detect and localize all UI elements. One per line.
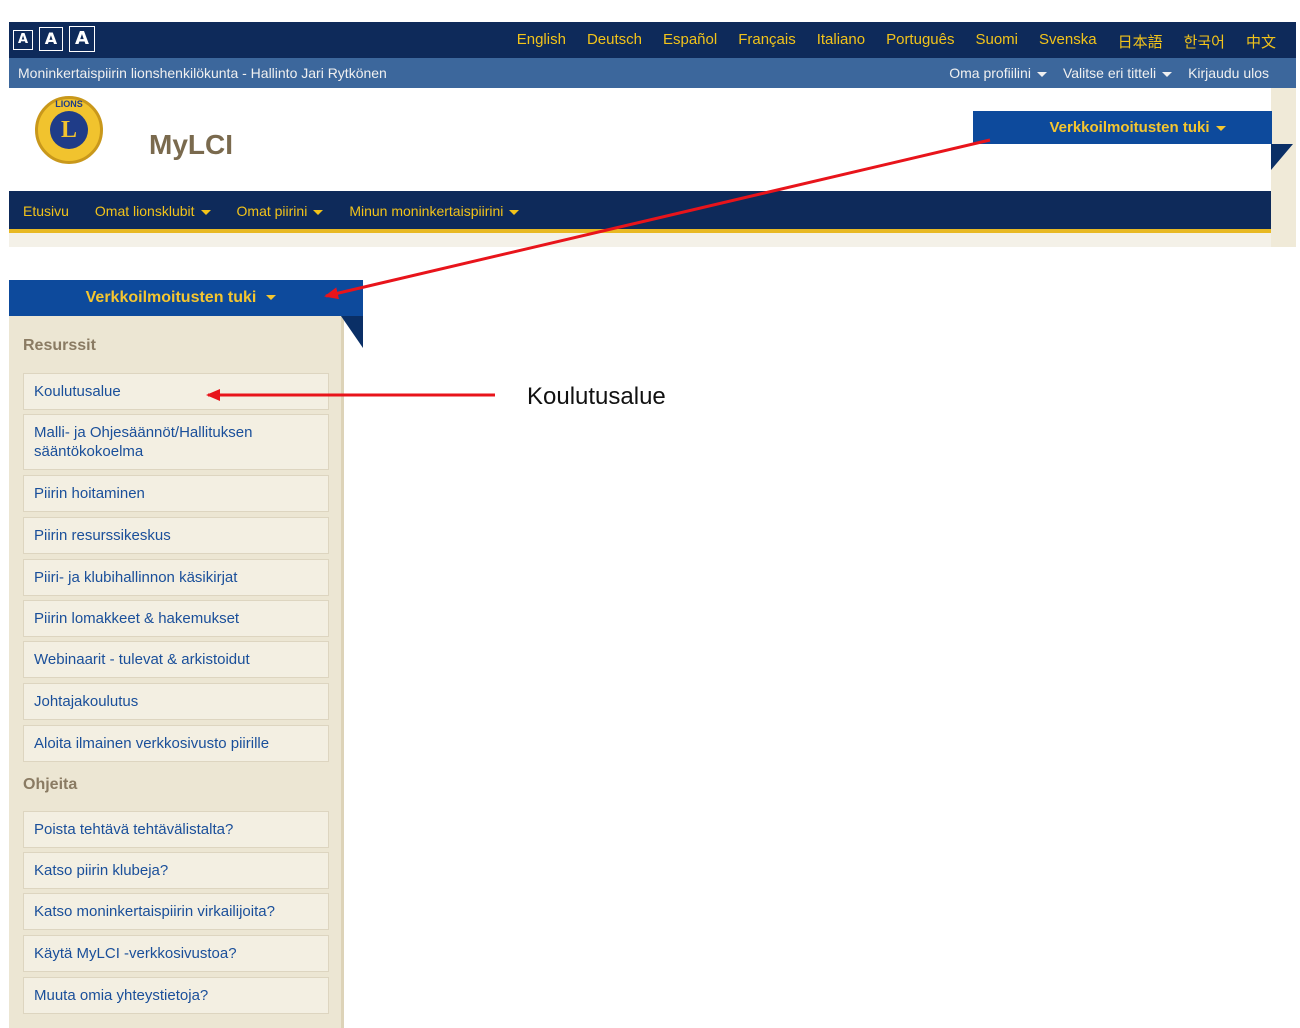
menu-item-handbooks[interactable]: Piiri- ja klubihallinnon käsikirjat: [23, 559, 329, 596]
my-profile-dropdown[interactable]: Oma profiilini: [949, 65, 1047, 81]
user-role-breadcrumb: Moninkertaispiirin lionshenkilökunta - H…: [18, 65, 387, 81]
tab-fold: [341, 316, 363, 348]
text-size-small-button[interactable]: A: [13, 30, 33, 50]
select-title-dropdown[interactable]: Valitse eri titteli: [1063, 65, 1173, 81]
menu-item-free-website[interactable]: Aloita ilmainen verkkosivusto piirille: [23, 725, 329, 762]
menu-item-change-contact[interactable]: Muuta omia yhteystietoja?: [23, 977, 329, 1014]
chevron-down-icon: [200, 209, 211, 215]
chevron-down-icon: [1215, 125, 1226, 131]
nav-my-multiple-district[interactable]: Minun moninkertaispiirini: [349, 203, 520, 219]
text-size-medium-button[interactable]: A: [39, 27, 63, 51]
language-link-portugues[interactable]: Português: [886, 31, 954, 52]
language-link-english[interactable]: English: [517, 31, 566, 52]
support-tab-label: Verkkoilmoitusten tuki: [1049, 119, 1210, 136]
language-bar: A A A English Deutsch Español Français I…: [9, 22, 1296, 58]
support-menu-screenshot: Verkkoilmoitusten tuki Resurssit Koulutu…: [9, 280, 363, 1028]
main-nav: Etusivu Omat lionsklubit Omat piirini Mi…: [9, 191, 1271, 229]
nav-my-districts[interactable]: Omat piirini: [237, 203, 324, 219]
account-menu: Oma profiilini Valitse eri titteli Kirja…: [949, 65, 1269, 81]
language-link-suomi[interactable]: Suomi: [975, 31, 1018, 52]
language-link-chinese[interactable]: 中文: [1246, 31, 1276, 52]
nav-underline: [9, 229, 1271, 233]
menu-item-view-officers[interactable]: Katso moninkertaispiirin virkailijoita?: [23, 893, 329, 930]
howto-heading: Ohjeita: [23, 776, 78, 793]
chevron-down-icon: [313, 209, 324, 215]
menu-item-view-clubs[interactable]: Katso piirin klubeja?: [23, 852, 329, 889]
chevron-down-icon: [1036, 71, 1047, 77]
menu-item-use-mylci[interactable]: Käytä MyLCI -verkkosivustoa?: [23, 935, 329, 972]
chevron-down-icon: [509, 209, 520, 215]
language-link-korean[interactable]: 한국어: [1184, 31, 1225, 52]
menu-item-district-management[interactable]: Piirin hoitaminen: [23, 475, 329, 512]
annotation-label: Koulutusalue: [527, 383, 666, 410]
language-link-deutsch[interactable]: Deutsch: [587, 31, 642, 52]
chevron-down-icon: [1162, 71, 1173, 77]
menu-item-district-forms[interactable]: Piirin lomakkeet & hakemukset: [23, 600, 329, 637]
language-links: English Deutsch Español Français Italian…: [517, 31, 1276, 52]
logo-text: LIONS: [55, 99, 83, 109]
menu-item-remove-task[interactable]: Poista tehtävä tehtävälistalta?: [23, 811, 329, 848]
text-size-large-button[interactable]: A: [69, 26, 95, 52]
brand-title[interactable]: MyLCI: [149, 129, 233, 161]
support-tab-label: Verkkoilmoitusten tuki: [85, 289, 257, 306]
resources-heading: Resurssit: [23, 337, 96, 354]
language-link-francais[interactable]: Français: [738, 31, 796, 52]
language-link-japanese[interactable]: 日本語: [1118, 31, 1163, 52]
chevron-down-icon: [266, 295, 277, 301]
text-size-buttons: A A A: [13, 26, 95, 52]
language-link-espanol[interactable]: Español: [663, 31, 717, 52]
language-link-italiano[interactable]: Italiano: [817, 31, 865, 52]
online-reporting-support-tab-open[interactable]: Verkkoilmoitusten tuki: [9, 280, 363, 316]
account-bar: Moninkertaispiirin lionshenkilökunta - H…: [9, 58, 1296, 88]
language-link-svenska[interactable]: Svenska: [1039, 31, 1097, 52]
top-screenshot: A A A English Deutsch Español Français I…: [9, 22, 1296, 247]
lions-logo[interactable]: LIONS L: [35, 96, 103, 164]
menu-item-district-resource-center[interactable]: Piirin resurssikeskus: [23, 517, 329, 554]
logout-link[interactable]: Kirjaudu ulos: [1188, 65, 1269, 81]
tab-fold: [1271, 144, 1293, 170]
menu-item-training-area[interactable]: Koulutusalue: [23, 373, 329, 410]
online-reporting-support-tab[interactable]: Verkkoilmoitusten tuki: [973, 111, 1272, 144]
menu-item-webinars[interactable]: Webinaarit - tulevat & arkistoidut: [23, 641, 329, 678]
logo-letter: L: [50, 111, 88, 149]
nav-my-clubs[interactable]: Omat lionsklubit: [95, 203, 211, 219]
menu-item-bylaws[interactable]: Malli- ja Ohjesäännöt/Hallituksen sääntö…: [23, 414, 329, 470]
menu-item-leadership-training[interactable]: Johtajakoulutus: [23, 683, 329, 720]
nav-home[interactable]: Etusivu: [23, 203, 69, 219]
